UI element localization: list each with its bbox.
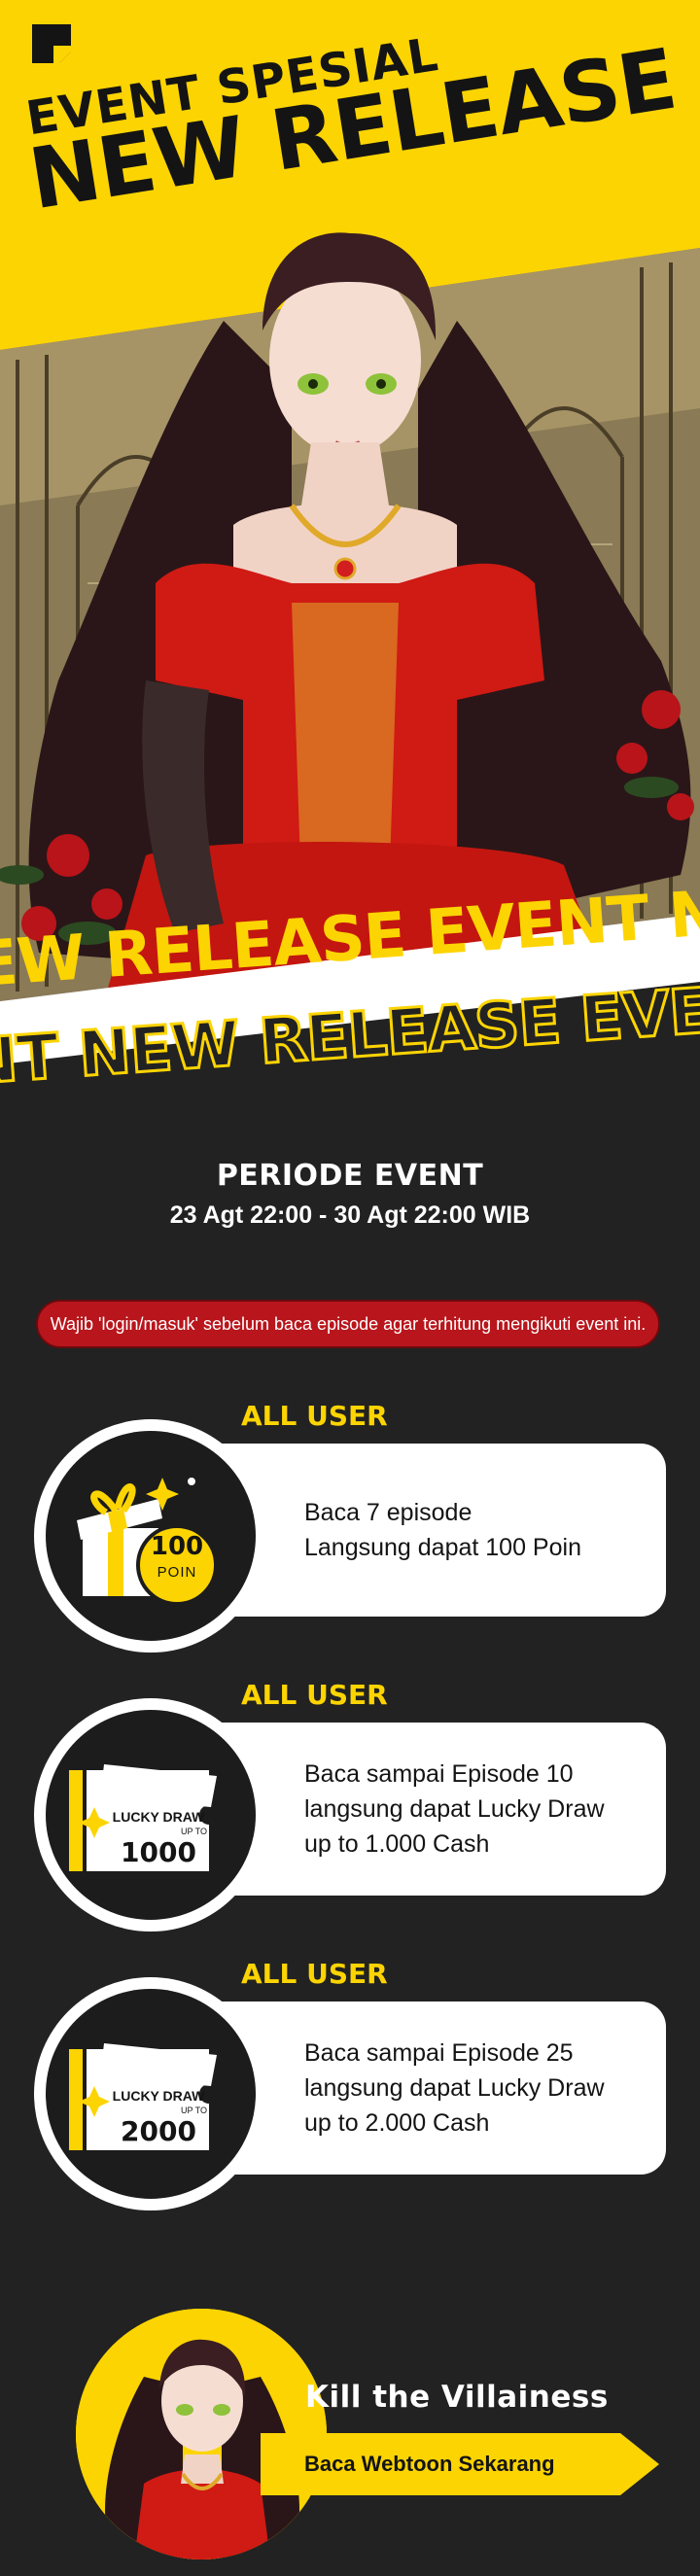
ticket-value: 1000 (121, 1836, 196, 1868)
period-dates: 23 Agt 22:00 - 30 Agt 22:00 WIB (169, 1201, 531, 1229)
event-card: ALL USER Baca sampai Episode 25 langsung… (0, 1958, 700, 2220)
card-line: Baca 7 episode (304, 1499, 472, 1526)
ticket-subtitle: UP TO (180, 2106, 207, 2115)
read-now-button[interactable]: Baca Webtoon Sekarang (261, 2433, 659, 2495)
ticket-value: 2000 (121, 2115, 196, 2147)
card-audience-tag: ALL USER (241, 1400, 388, 1432)
card-description: Baca sampai Episode 10 langsung dapat Lu… (304, 1723, 654, 1896)
card-line: up to 1.000 Cash (304, 1830, 490, 1858)
points-badge-unit: POIN (157, 1564, 197, 1581)
card-line: Baca sampai Episode 25 (304, 2039, 574, 2067)
ticket-title: LUCKY DRAW (112, 1809, 205, 1825)
card-icon-circle: LUCKY DRAW UP TO 1000 (34, 1698, 267, 1932)
card-line: Baca sampai Episode 10 (304, 1760, 574, 1788)
series-title[interactable]: Kill the Villainess (305, 2380, 609, 2415)
card-description: Baca 7 episode Langsung dapat 100 Poin (304, 1444, 654, 1617)
card-line: langsung dapat Lucky Draw (304, 2074, 605, 2102)
card-audience-tag: ALL USER (241, 1958, 388, 1990)
ticket-title: LUCKY DRAW (112, 2088, 205, 2104)
card-icon-circle: LUCKY DRAW UP TO 2000 (34, 1977, 267, 2210)
card-description: Baca sampai Episode 25 langsung dapat Lu… (304, 2002, 654, 2175)
card-line: langsung dapat Lucky Draw (304, 1795, 605, 1823)
login-notice-banner: Wajib 'login/masuk' sebelum baca episode… (36, 1300, 660, 1348)
points-badge-value: 100 (150, 1532, 204, 1561)
card-icon-circle: 100 POIN (34, 1419, 267, 1653)
read-now-label: Baca Webtoon Sekarang (304, 2452, 555, 2476)
card-line: up to 2.000 Cash (304, 2109, 490, 2137)
period-title: PERIODE EVENT (216, 1159, 484, 1193)
event-card: ALL USER Baca 7 episode Langsung dapat 1… (0, 1400, 700, 1662)
hero-banner: EVENT SPESIAL NEW RELEASE NEW RELEASE EV… (0, 0, 700, 1098)
card-audience-tag: ALL USER (241, 1679, 388, 1711)
event-card: ALL USER Baca sampai Episode 10 langsung… (0, 1679, 700, 1941)
card-line: Langsung dapat 100 Poin (304, 1534, 581, 1561)
ticket-subtitle: UP TO (180, 1827, 207, 1836)
